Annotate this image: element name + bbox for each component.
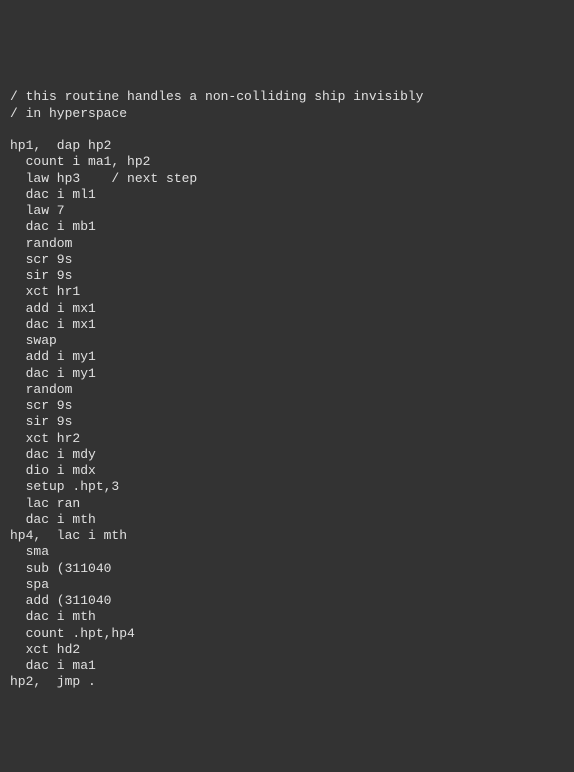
code-line: add i mx1 <box>10 301 96 316</box>
code-line: random <box>10 382 72 397</box>
code-line: sir 9s <box>10 268 72 283</box>
code-line: xct hd2 <box>10 642 80 657</box>
code-line: lac ran <box>10 496 80 511</box>
code-line: random <box>10 236 72 251</box>
code-line: / this routine handles a non-colliding s… <box>10 89 423 104</box>
code-line: dac i mb1 <box>10 219 96 234</box>
code-block: / this routine handles a non-colliding s… <box>10 73 564 691</box>
code-line: dac i ml1 <box>10 187 96 202</box>
code-line: / in hyperspace <box>10 106 127 121</box>
code-line: count .hpt,hp4 <box>10 626 135 641</box>
code-line: add i my1 <box>10 349 96 364</box>
code-line: dac i mth <box>10 609 96 624</box>
code-line: hp4, lac i mth <box>10 528 127 543</box>
code-line: scr 9s <box>10 252 72 267</box>
code-line: spa <box>10 577 49 592</box>
code-line: scr 9s <box>10 398 72 413</box>
code-line: dac i my1 <box>10 366 96 381</box>
code-line: dac i mdy <box>10 447 96 462</box>
code-line: hp2, jmp . <box>10 674 96 689</box>
code-line: dio i mdx <box>10 463 96 478</box>
code-line: swap <box>10 333 57 348</box>
code-line: setup .hpt,3 <box>10 479 119 494</box>
code-line: dac i mx1 <box>10 317 96 332</box>
code-line: dac i ma1 <box>10 658 96 673</box>
code-line: sub (311040 <box>10 561 111 576</box>
code-line: add (311040 <box>10 593 111 608</box>
code-line: hp1, dap hp2 <box>10 138 111 153</box>
code-line: sir 9s <box>10 414 72 429</box>
code-line: sma <box>10 544 49 559</box>
code-line: count i ma1, hp2 <box>10 154 150 169</box>
code-line: xct hr1 <box>10 284 80 299</box>
code-line: xct hr2 <box>10 431 80 446</box>
code-line: dac i mth <box>10 512 96 527</box>
code-line: law 7 <box>10 203 65 218</box>
code-line: law hp3 / next step <box>10 171 197 186</box>
